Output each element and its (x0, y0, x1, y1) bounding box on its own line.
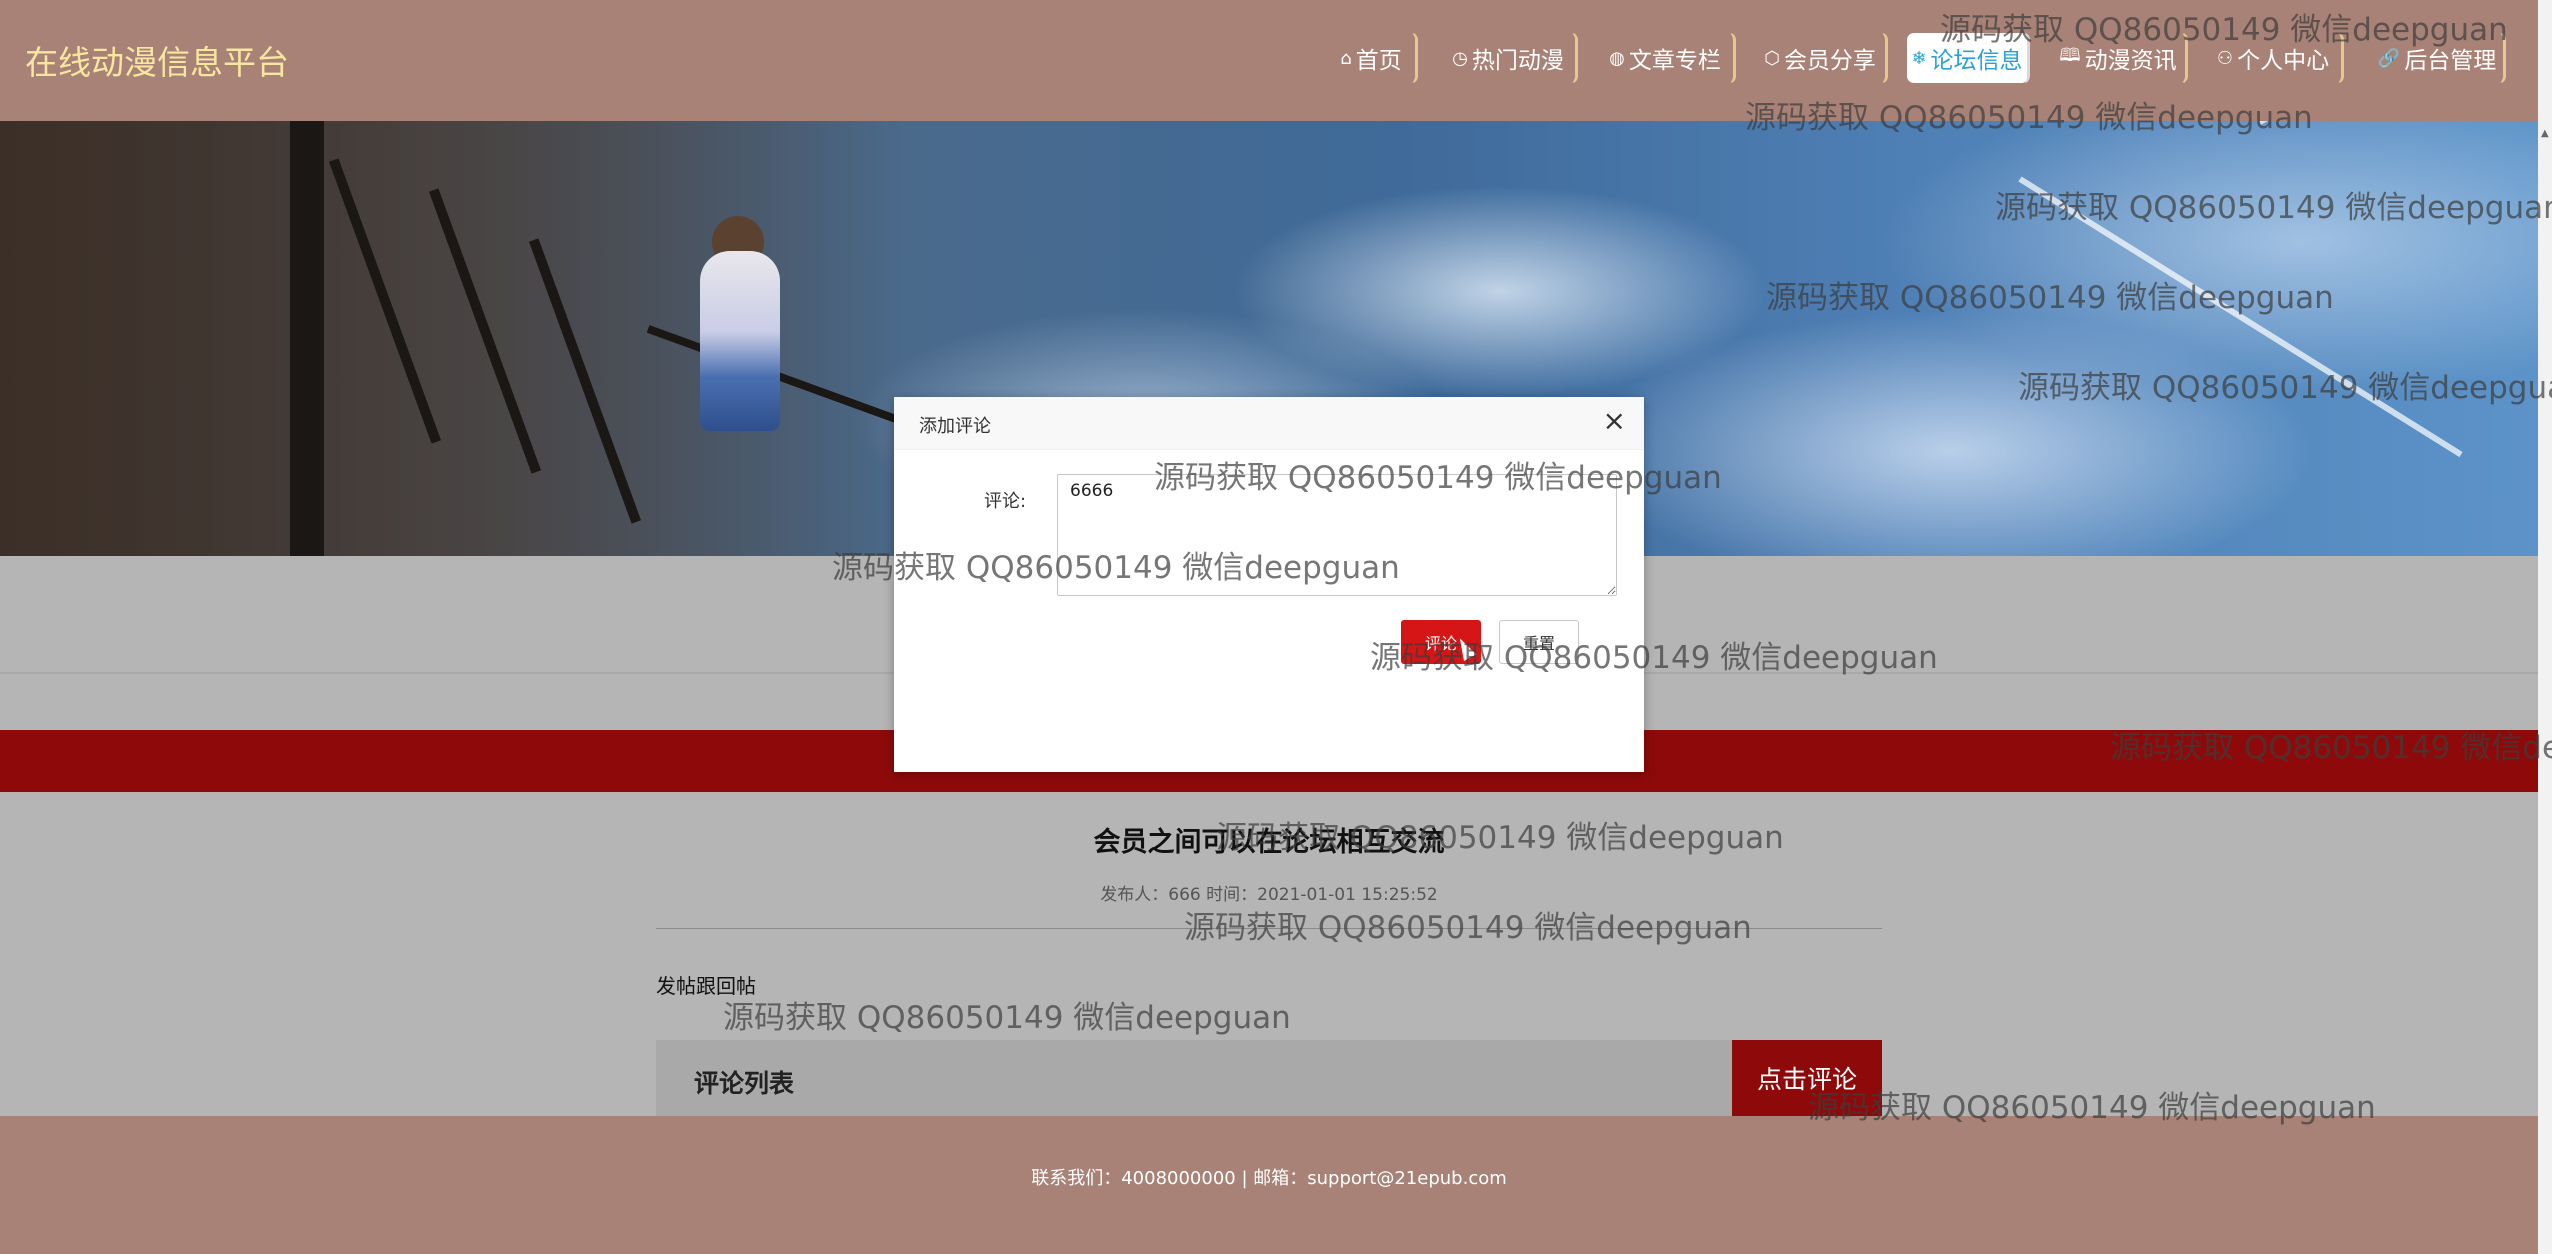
comment-textarea[interactable] (1057, 474, 1617, 596)
close-icon[interactable]: × (1603, 405, 1626, 437)
dialog-header: 添加评论 × (894, 397, 1644, 450)
reset-button[interactable]: 重置 (1499, 620, 1579, 664)
comment-field-label: 评论: (984, 491, 1027, 512)
footer-contact: 联系我们：4008000000 | 邮箱：support@21epub.com (1031, 1168, 1507, 1189)
scroll-up-icon[interactable]: ▲ (2541, 128, 2549, 139)
page-scrollbar[interactable] (2538, 0, 2552, 1254)
dialog-title: 添加评论 (919, 416, 991, 437)
add-comment-dialog: 添加评论 × 评论: 评论 重置 (894, 397, 1644, 772)
footer: 联系我们：4008000000 | 邮箱：support@21epub.com (0, 1116, 2538, 1254)
